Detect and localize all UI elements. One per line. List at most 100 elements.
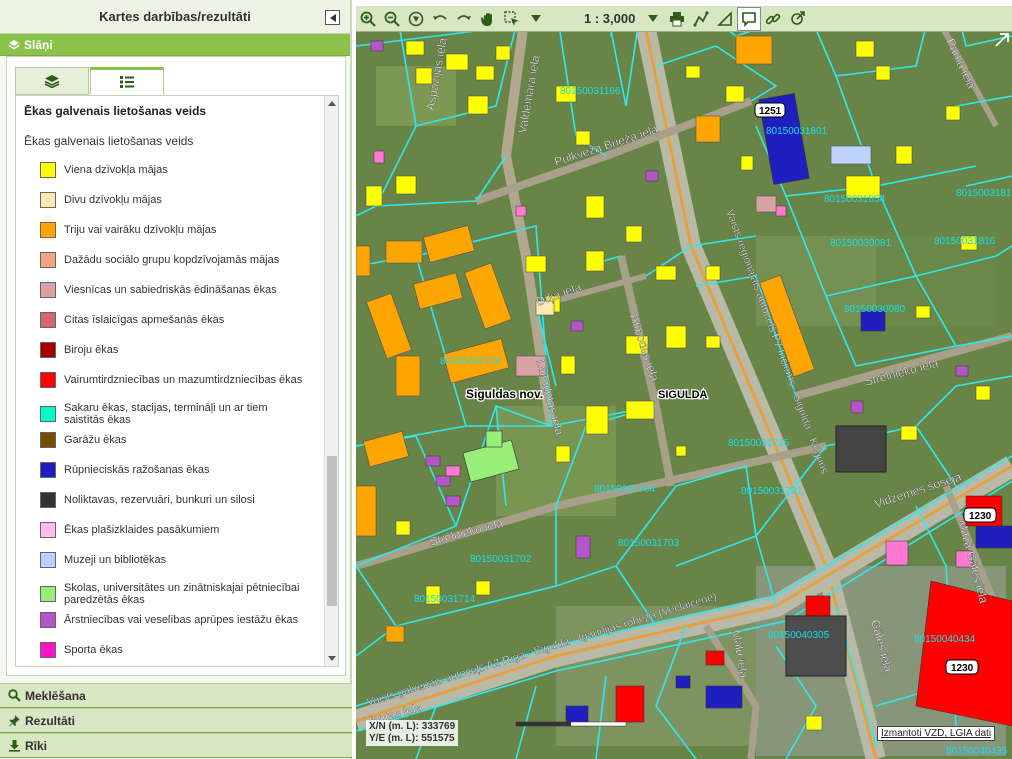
tab-legend[interactable] — [90, 67, 164, 95]
place-label: SIGULDA — [658, 389, 708, 401]
xn-label: X/N (m. L): — [369, 721, 419, 732]
legend-item: Ārstniecības vai veselības aprūpes iestā… — [40, 612, 310, 628]
pan-hand-icon[interactable] — [476, 7, 500, 31]
parcel-label: 80150031731 — [741, 486, 803, 497]
zoom-out-icon[interactable] — [380, 7, 404, 31]
legend-item-label: Dažādu sociālo grupu kopdzīvojamās mājas — [64, 254, 280, 266]
layers-content: Ēkas galvenais lietošanas veids Ēkas gal… — [6, 56, 346, 676]
parcel-label: 80150031744 — [440, 356, 502, 367]
external-link-icon[interactable] — [785, 7, 809, 31]
identify-icon[interactable] — [737, 6, 762, 31]
scroll-down-arrow-icon[interactable] — [328, 656, 336, 661]
download-icon — [9, 740, 20, 752]
accordion-results[interactable]: Rezultāti — [0, 708, 352, 733]
legend-swatch — [40, 432, 56, 448]
legend-swatch — [40, 312, 56, 328]
scale-display[interactable]: 1 : 3,000 — [584, 11, 635, 26]
parcel-label: 80150031166 — [560, 86, 621, 97]
legend-swatch — [40, 162, 56, 178]
legend-item-label: Viesnīcas un sabiedriskās ēdināšanas ēka… — [64, 284, 277, 296]
legend-swatch — [40, 282, 56, 298]
zoom-in-icon[interactable] — [356, 7, 380, 31]
legend-item-label: Viena dzīvokļa mājas — [64, 164, 168, 176]
parcel-label: 80150031702 — [470, 554, 532, 565]
parcel-label: 80150031815 — [956, 188, 1012, 199]
side-panel: Kartes darbības/rezultāti Slāņi Ēkas gal… — [0, 0, 352, 759]
legend-item: Vairumtirdzniecības un mazumtirdzniecība… — [40, 372, 310, 388]
print-icon[interactable] — [665, 7, 689, 31]
legend-item: Divu dzīvokļu mājas — [40, 192, 310, 208]
legend-scrollbar[interactable] — [324, 96, 338, 666]
legend-swatch — [40, 192, 56, 208]
parcel-label: 80150040434 — [914, 634, 976, 645]
scale-dropdown-icon[interactable] — [641, 7, 665, 31]
parcel-label: 80150031714 — [414, 594, 476, 605]
full-extent-icon[interactable] — [404, 7, 428, 31]
road-number-label: 1230 — [969, 511, 992, 522]
parcel-label: 80150031854 — [824, 194, 886, 205]
accordion-tools[interactable]: Rīki — [0, 733, 352, 758]
layer-tabs — [15, 67, 165, 95]
legend-item: Viena dzīvokļa mājas — [40, 162, 310, 178]
legend-swatch — [40, 222, 56, 238]
legend-item: Ēkas plašizklaides pasākumiem — [40, 522, 310, 538]
place-label: Siguldas nov. — [466, 387, 543, 401]
legend-item-label: Citas īslaicīgas apmešanās ēkas — [64, 314, 225, 326]
legend-swatch — [40, 462, 56, 478]
accordion-search[interactable]: Meklēšana — [0, 683, 352, 708]
legend-item-label: Ēkas plašizklaides pasākumiem — [64, 524, 220, 536]
attribution-link[interactable]: Izmantoti VZD, LGIA dati — [877, 726, 996, 741]
accordion-layers[interactable]: Slāņi — [0, 34, 350, 56]
measure-distance-icon[interactable] — [689, 7, 713, 31]
measure-area-icon[interactable] — [713, 7, 737, 31]
legend-item-label: Vairumtirdzniecības un mazumtirdzniecība… — [64, 374, 303, 386]
select-dropdown-icon[interactable] — [524, 7, 548, 31]
legend-item-label: Skolas, universitātes un zinātniskajai p… — [64, 582, 300, 606]
legend-item: Biroju ēkas — [40, 342, 310, 358]
pin-icon — [9, 715, 20, 727]
road-number-label: 1251 — [759, 106, 782, 117]
accordion-search-label: Meklēšana — [25, 688, 86, 703]
scrollbar-thumb[interactable] — [327, 456, 337, 606]
legend-title: Ēkas galvenais lietošanas veids — [24, 104, 207, 118]
parcel-label: 80150031816 — [934, 236, 996, 247]
legend-item-label: Triju vai vairāku dzīvokļu mājas — [64, 224, 217, 236]
tab-layers[interactable] — [15, 67, 89, 95]
legend-swatch — [40, 406, 56, 422]
legend-item: Dažādu sociālo grupu kopdzīvojamās mājas — [40, 252, 310, 268]
legend-item: Rūpnieciskās ražošanas ēkas — [40, 462, 310, 478]
map-canvas[interactable]: 80150031166 80150031801 80150031854 8015… — [356, 6, 1012, 759]
collapse-panel-button[interactable] — [325, 10, 340, 25]
search-icon — [8, 689, 21, 702]
legend-item-label: Sakaru ēkas, stacijas, termināļi un ar t… — [64, 402, 268, 426]
accordion-layers-label: Slāņi — [24, 37, 53, 52]
parcel-label: 80150040305 — [768, 630, 830, 641]
link-icon[interactable] — [761, 7, 785, 31]
select-icon[interactable] — [500, 7, 524, 31]
legend-swatch — [40, 586, 56, 602]
legend-item: Muzeji un bibliotēkas — [40, 552, 310, 568]
layers-icon — [8, 39, 20, 51]
coordinates-readout: X/N (m. L): 333769 Y/E (m. L): 551575 — [366, 720, 459, 746]
legend-item-label: Rūpnieciskās ražošanas ēkas — [64, 464, 210, 476]
legend-item: Skolas, universitātes un zinātniskajai p… — [40, 582, 310, 606]
legend-item: Garāžu ēkas — [40, 432, 310, 448]
legend-swatch — [40, 342, 56, 358]
legend-scroll-area[interactable]: Ēkas galvenais lietošanas veids Ēkas gal… — [15, 95, 339, 667]
legend-item-label: Garāžu ēkas — [64, 434, 127, 446]
redo-icon[interactable] — [452, 7, 476, 31]
map-view[interactable]: 80150031166 80150031801 80150031854 8015… — [356, 6, 1012, 759]
legend-item: Sakaru ēkas, stacijas, termināļi un ar t… — [40, 402, 310, 426]
xn-value: 333769 — [421, 721, 456, 732]
legend-item: Sporta ēkas — [40, 642, 310, 658]
parcel-label: 80150031801 — [766, 126, 828, 137]
scroll-up-arrow-icon[interactable] — [328, 101, 336, 106]
accordion-results-label: Rezultāti — [25, 713, 76, 728]
legend-item-label: Biroju ēkas — [64, 344, 119, 356]
legend-item-label: Noliktavas, rezervuāri, bunkuri un silos… — [64, 494, 255, 506]
parcel-label: 80150031725 — [728, 438, 790, 449]
parcel-label: 80150040435 — [946, 746, 1008, 757]
legend-swatch — [40, 612, 56, 628]
legend-swatch — [40, 552, 56, 568]
undo-icon[interactable] — [428, 7, 452, 31]
